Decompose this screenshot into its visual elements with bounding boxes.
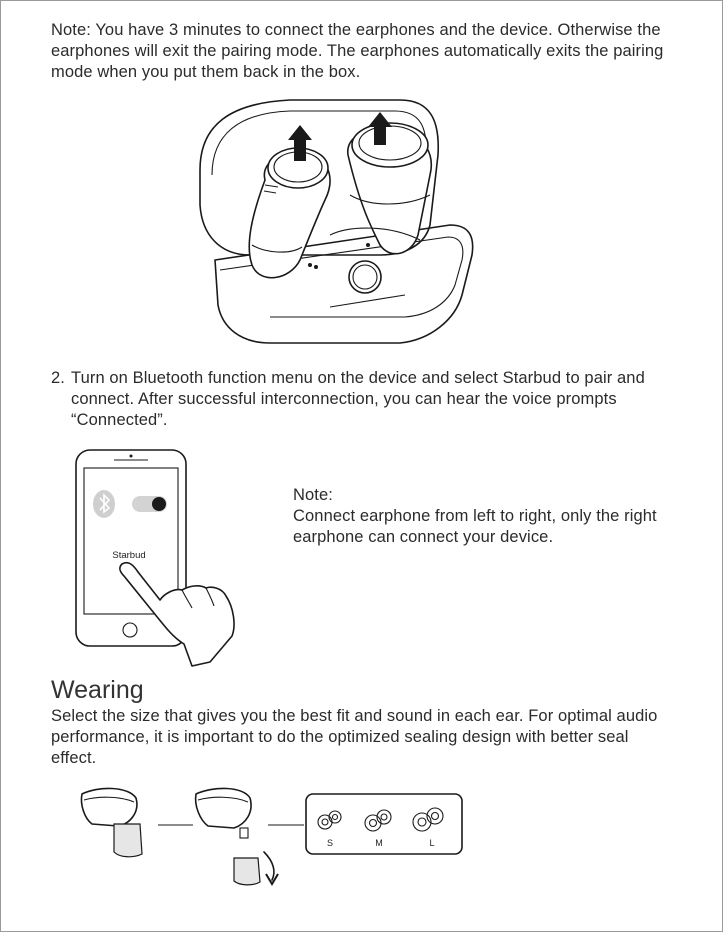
tip-size-l	[412, 807, 444, 832]
tip-size-m	[364, 809, 392, 832]
charging-case-illustration	[199, 99, 474, 344]
note-label: Note:	[293, 486, 333, 504]
note-text: Connect earphone from left to right, onl…	[293, 507, 657, 546]
wearing-description: Select the size that gives you the best …	[51, 707, 658, 767]
tip-size-label-s: S	[327, 838, 333, 848]
tip-size-s	[317, 810, 342, 830]
step-number: 2.	[51, 369, 65, 387]
tip-size-label-m: M	[375, 838, 383, 848]
ear-tip-illustration: S M L	[80, 787, 463, 886]
pairing-step-2: 2. Turn on Bluetooth function menu on th…	[51, 368, 701, 431]
pairing-timeout-note: Note: You have 3 minutes to connect the …	[51, 21, 664, 81]
starbud-device-label: Starbud	[112, 550, 145, 561]
connection-note: Note: Connect earphone from left to righ…	[293, 485, 673, 548]
tip-size-label-l: L	[429, 838, 434, 848]
wearing-heading: Wearing	[51, 676, 144, 704]
phone-illustration: Starbud	[75, 449, 235, 667]
bluetooth-icon	[93, 490, 115, 518]
bluetooth-toggle	[132, 496, 167, 512]
step-text: Turn on Bluetooth function menu on the d…	[71, 369, 645, 429]
